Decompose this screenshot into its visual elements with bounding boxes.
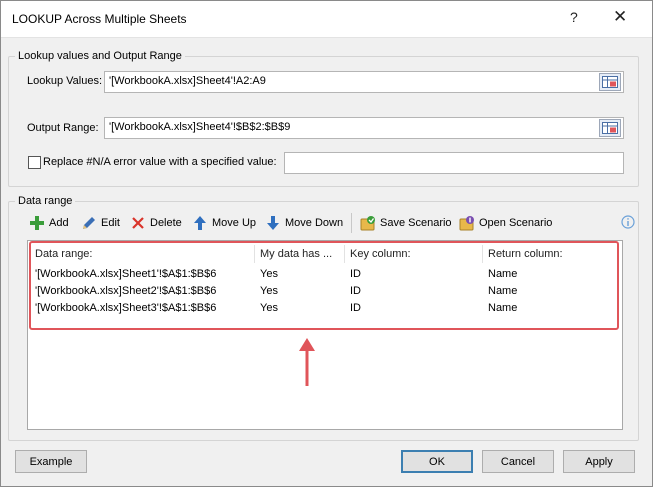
- window-title: LOOKUP Across Multiple Sheets: [12, 12, 187, 26]
- pencil-icon: [83, 217, 95, 229]
- example-button[interactable]: Example: [15, 450, 87, 473]
- data-range-group-legend: Data range: [18, 195, 73, 207]
- range-picker-icon: [602, 122, 618, 134]
- arrow-down-icon: [267, 216, 279, 230]
- lookup-values-field[interactable]: '[WorkbookA.xlsx]Sheet4'!A2:A9: [104, 71, 624, 93]
- toolbar-separator: [351, 213, 352, 233]
- replace-na-checkbox[interactable]: [28, 156, 41, 169]
- edit-button[interactable]: Edit: [81, 215, 120, 231]
- close-button[interactable]: ✕: [613, 7, 627, 27]
- lookup-group-legend: Lookup values and Output Range: [18, 50, 182, 62]
- plus-icon: [30, 216, 44, 230]
- help-button[interactable]: ?: [570, 9, 578, 25]
- apply-button[interactable]: Apply: [563, 450, 635, 473]
- move-up-button[interactable]: Move Up: [192, 215, 256, 231]
- lookup-values-label: Lookup Values:: [27, 75, 103, 87]
- open-scenario-button[interactable]: Open Scenario: [459, 215, 552, 231]
- cancel-button[interactable]: Cancel: [482, 450, 554, 473]
- range-picker-icon: [602, 76, 618, 88]
- info-icon[interactable]: [621, 215, 635, 232]
- arrow-up-icon: [194, 216, 206, 230]
- delete-x-icon: [132, 217, 144, 229]
- add-button-label: Add: [49, 217, 69, 229]
- move-down-button-label: Move Down: [285, 217, 344, 229]
- add-button[interactable]: Add: [29, 215, 69, 231]
- highlight-box: [29, 241, 619, 330]
- save-scenario-button-label: Save Scenario: [380, 217, 452, 229]
- output-range-field[interactable]: '[WorkbookA.xlsx]Sheet4'!$B$2:$B$9: [104, 117, 624, 139]
- delete-button[interactable]: Delete: [130, 215, 182, 231]
- annotation-arrow-icon: [299, 338, 315, 386]
- replace-na-label: Replace #N/A error value with a specifie…: [43, 156, 277, 168]
- delete-button-label: Delete: [150, 217, 182, 229]
- edit-button-label: Edit: [101, 217, 120, 229]
- move-up-button-label: Move Up: [212, 217, 257, 229]
- output-range-picker-button[interactable]: [599, 119, 621, 137]
- open-scenario-button-label: Open Scenario: [479, 217, 553, 229]
- output-range-label: Output Range:: [27, 122, 99, 134]
- lookup-values-range-picker-button[interactable]: [599, 73, 621, 91]
- save-scenario-icon: [360, 216, 375, 231]
- save-scenario-button[interactable]: Save Scenario: [360, 215, 452, 231]
- replace-value-field[interactable]: [284, 152, 624, 174]
- move-down-button[interactable]: Move Down: [265, 215, 343, 231]
- open-scenario-icon: [459, 216, 474, 231]
- ok-button[interactable]: OK: [401, 450, 473, 473]
